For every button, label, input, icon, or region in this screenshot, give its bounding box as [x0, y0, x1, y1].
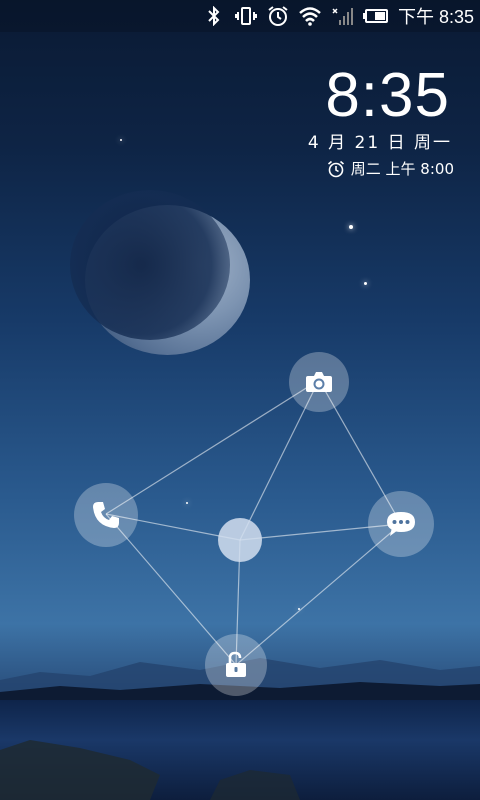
camera-icon [306, 372, 332, 392]
camera-shortcut[interactable] [289, 352, 349, 412]
phone-icon [93, 502, 119, 528]
unlock-handle[interactable] [218, 518, 262, 562]
unlock-shortcut[interactable] [205, 634, 267, 696]
phone-shortcut[interactable] [74, 483, 138, 547]
message-icon [387, 512, 415, 536]
padlock-open-icon [226, 651, 246, 677]
messages-shortcut[interactable] [368, 491, 434, 557]
